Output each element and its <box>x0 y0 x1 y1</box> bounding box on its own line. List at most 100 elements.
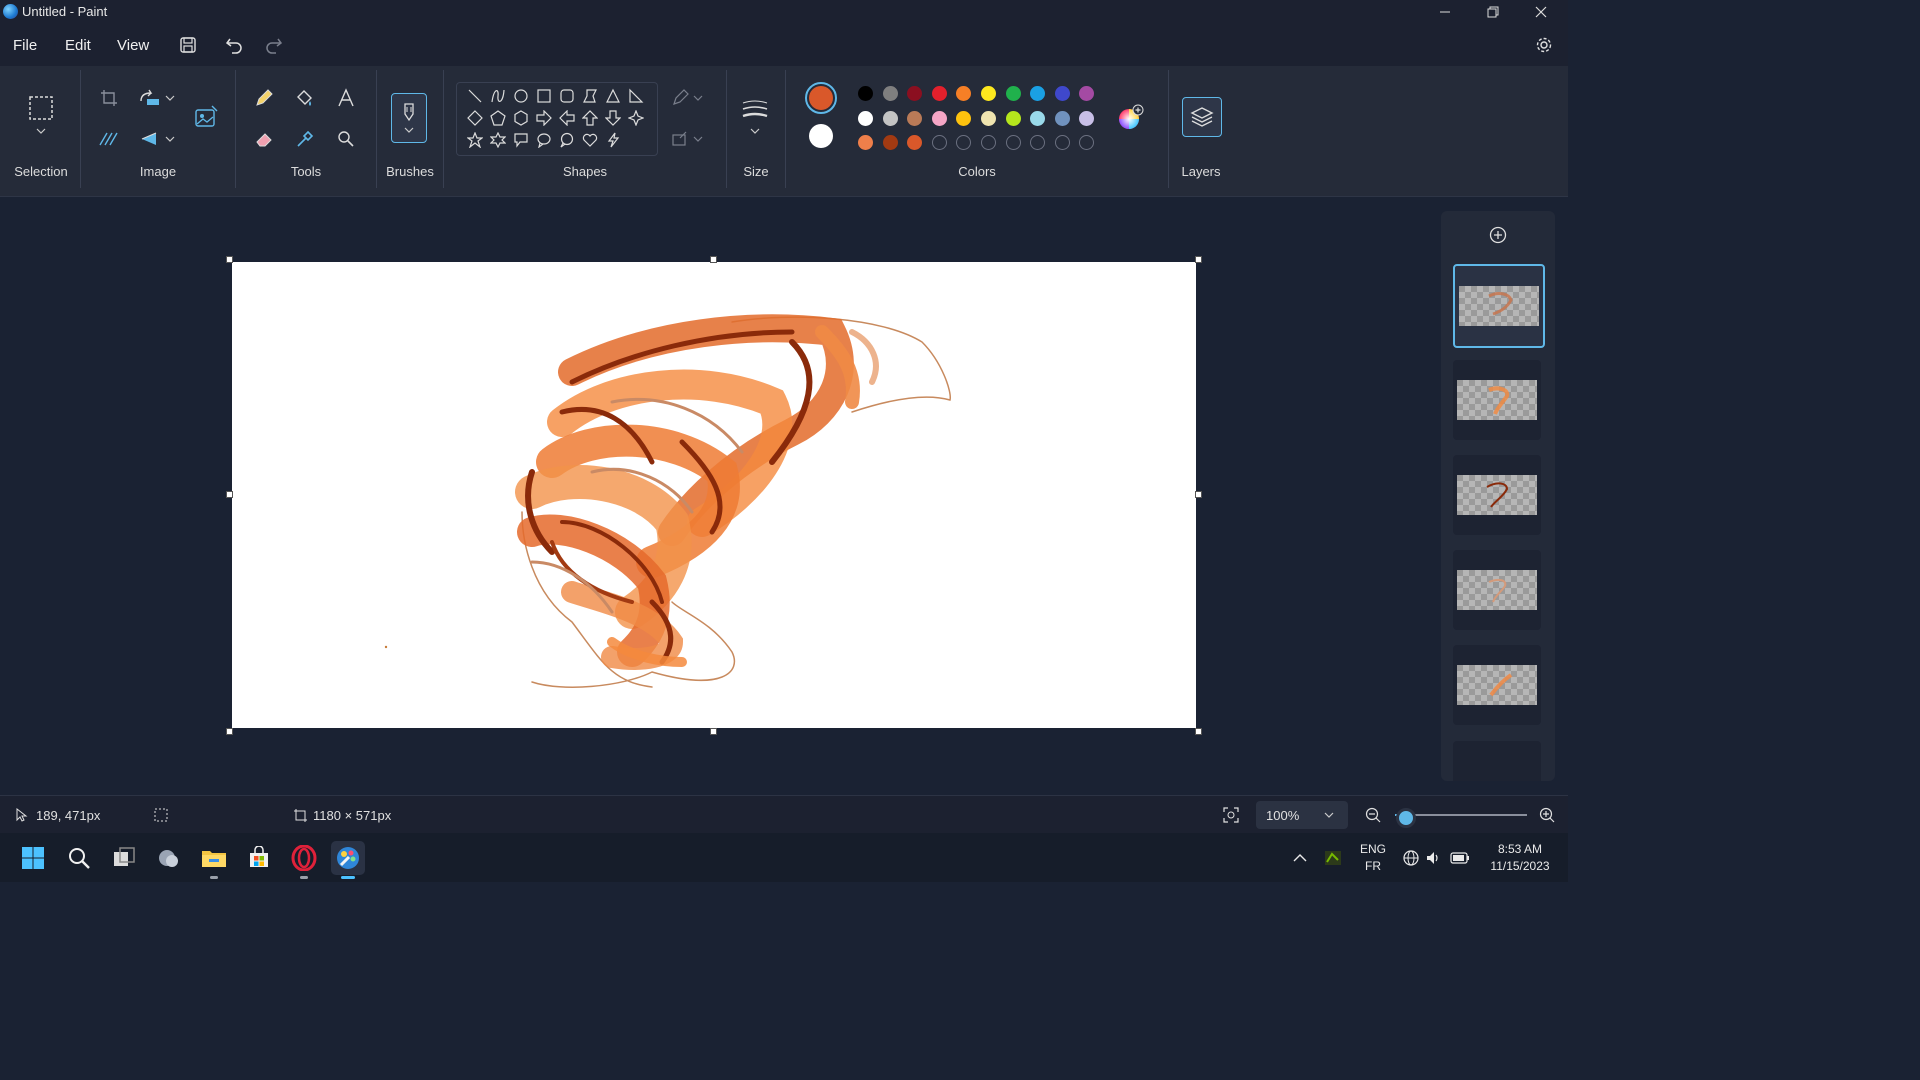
start-button[interactable] <box>16 841 50 875</box>
zoom-in-icon[interactable] <box>1538 806 1556 824</box>
oval-shape[interactable] <box>511 86 531 106</box>
color-swatch[interactable] <box>858 111 873 126</box>
zoom-slider-thumb[interactable] <box>1395 808 1416 828</box>
layer-thumbnail-2[interactable] <box>1453 360 1541 440</box>
color-swatch[interactable] <box>932 86 947 101</box>
zoom-out-icon[interactable] <box>1364 806 1382 824</box>
show-hidden-icons-button[interactable] <box>1290 841 1310 875</box>
right-triangle-shape[interactable] <box>626 86 646 106</box>
resize-handle-bottom-right[interactable] <box>1195 728 1202 735</box>
color-swatch[interactable] <box>932 111 947 126</box>
color-swatch[interactable] <box>858 86 873 101</box>
up-arrow-shape[interactable] <box>580 108 600 128</box>
color-swatch[interactable] <box>883 111 898 126</box>
heart-shape[interactable] <box>580 130 600 150</box>
custom-color-slot[interactable] <box>1079 135 1094 150</box>
selection-button[interactable] <box>27 94 55 122</box>
pentagon-shape[interactable] <box>488 108 508 128</box>
rounded-rectangle-shape[interactable] <box>557 86 577 106</box>
search-button[interactable] <box>62 841 96 875</box>
shape-outline-dropdown[interactable] <box>688 84 708 112</box>
color-swatch[interactable] <box>981 86 996 101</box>
six-point-star-shape[interactable] <box>488 130 508 150</box>
color-swatch[interactable] <box>858 135 873 150</box>
widgets-button[interactable] <box>152 841 186 875</box>
right-arrow-shape[interactable] <box>534 108 554 128</box>
redo-button[interactable] <box>263 34 285 56</box>
lightning-shape[interactable] <box>603 130 623 150</box>
menu-edit[interactable]: Edit <box>65 37 91 54</box>
color-swatch[interactable] <box>1055 86 1070 101</box>
menu-view[interactable]: View <box>117 37 149 54</box>
hexagon-shape[interactable] <box>511 108 531 128</box>
four-point-star-shape[interactable] <box>626 108 646 128</box>
size-dropdown[interactable] <box>741 122 769 140</box>
color-picker-tool[interactable] <box>291 125 319 153</box>
rectangular-callout-shape[interactable] <box>511 130 531 150</box>
settings-button[interactable] <box>1533 34 1555 56</box>
color-swatch[interactable] <box>883 135 898 150</box>
custom-color-slot[interactable] <box>1030 135 1045 150</box>
brushes-button[interactable] <box>391 93 427 143</box>
polygon-shape[interactable] <box>580 86 600 106</box>
custom-color-slot[interactable] <box>1055 135 1070 150</box>
network-globe-icon[interactable] <box>1402 849 1420 867</box>
layer-thumbnail-3[interactable] <box>1453 455 1541 535</box>
color-swatch[interactable] <box>907 135 922 150</box>
color-swatch[interactable] <box>956 86 971 101</box>
color-swatch[interactable] <box>981 111 996 126</box>
custom-color-slot[interactable] <box>956 135 971 150</box>
battery-icon[interactable] <box>1450 851 1470 865</box>
color-swatch[interactable] <box>956 111 971 126</box>
rectangle-shape[interactable] <box>534 86 554 106</box>
keyboard-layout[interactable]: FR <box>1356 859 1390 873</box>
color-swatch[interactable] <box>907 86 922 101</box>
resize-handle-top-right[interactable] <box>1195 256 1202 263</box>
fit-to-window-icon[interactable] <box>1222 806 1240 824</box>
down-arrow-shape[interactable] <box>603 108 623 128</box>
selection-dropdown[interactable] <box>27 122 55 140</box>
save-button[interactable] <box>177 34 199 56</box>
color-swatch[interactable] <box>1055 111 1070 126</box>
image-creator-button[interactable] <box>192 104 220 132</box>
custom-color-slot[interactable] <box>932 135 947 150</box>
volume-icon[interactable] <box>1426 850 1442 866</box>
custom-color-slot[interactable] <box>1006 135 1021 150</box>
secondary-color-button[interactable] <box>809 124 833 148</box>
resize-handle-bottom[interactable] <box>710 728 717 735</box>
color-swatch[interactable] <box>1006 86 1021 101</box>
clock-date[interactable]: 11/15/2023 <box>1480 859 1560 873</box>
eraser-tool[interactable] <box>250 125 278 153</box>
color-swatch[interactable] <box>1079 111 1094 126</box>
minimize-button[interactable] <box>1422 0 1468 24</box>
close-button[interactable] <box>1518 0 1564 24</box>
color-swatch[interactable] <box>883 86 898 101</box>
clock-time[interactable]: 8:53 AM <box>1480 842 1560 856</box>
resize-handle-left[interactable] <box>226 491 233 498</box>
resize-handle-top[interactable] <box>710 256 717 263</box>
layer-thumbnail-6[interactable] <box>1453 741 1541 781</box>
curve-shape[interactable] <box>488 86 508 106</box>
opera-browser-button[interactable] <box>287 841 321 879</box>
zoom-slider[interactable] <box>1395 808 1527 828</box>
magnifier-tool[interactable] <box>332 125 360 153</box>
task-view-button[interactable] <box>107 841 141 875</box>
resize-handle-top-left[interactable] <box>226 256 233 263</box>
fill-tool[interactable] <box>291 84 319 112</box>
primary-color-button[interactable] <box>805 82 837 114</box>
restore-button[interactable] <box>1470 0 1516 24</box>
color-swatch[interactable] <box>1030 111 1045 126</box>
zoom-select[interactable]: 100% <box>1256 801 1348 829</box>
diamond-shape[interactable] <box>465 108 485 128</box>
pencil-tool[interactable] <box>250 84 278 112</box>
file-explorer-button[interactable] <box>197 841 231 879</box>
undo-button[interactable] <box>223 34 245 56</box>
drawing-canvas[interactable] <box>232 262 1196 728</box>
cloud-callout-shape[interactable] <box>557 130 577 150</box>
text-tool[interactable] <box>332 84 360 112</box>
microsoft-store-button[interactable] <box>242 841 276 875</box>
edit-colors-button[interactable] <box>1117 104 1145 132</box>
five-point-star-shape[interactable] <box>465 130 485 150</box>
line-shape[interactable] <box>465 86 485 106</box>
image-effects-button[interactable] <box>95 125 123 153</box>
